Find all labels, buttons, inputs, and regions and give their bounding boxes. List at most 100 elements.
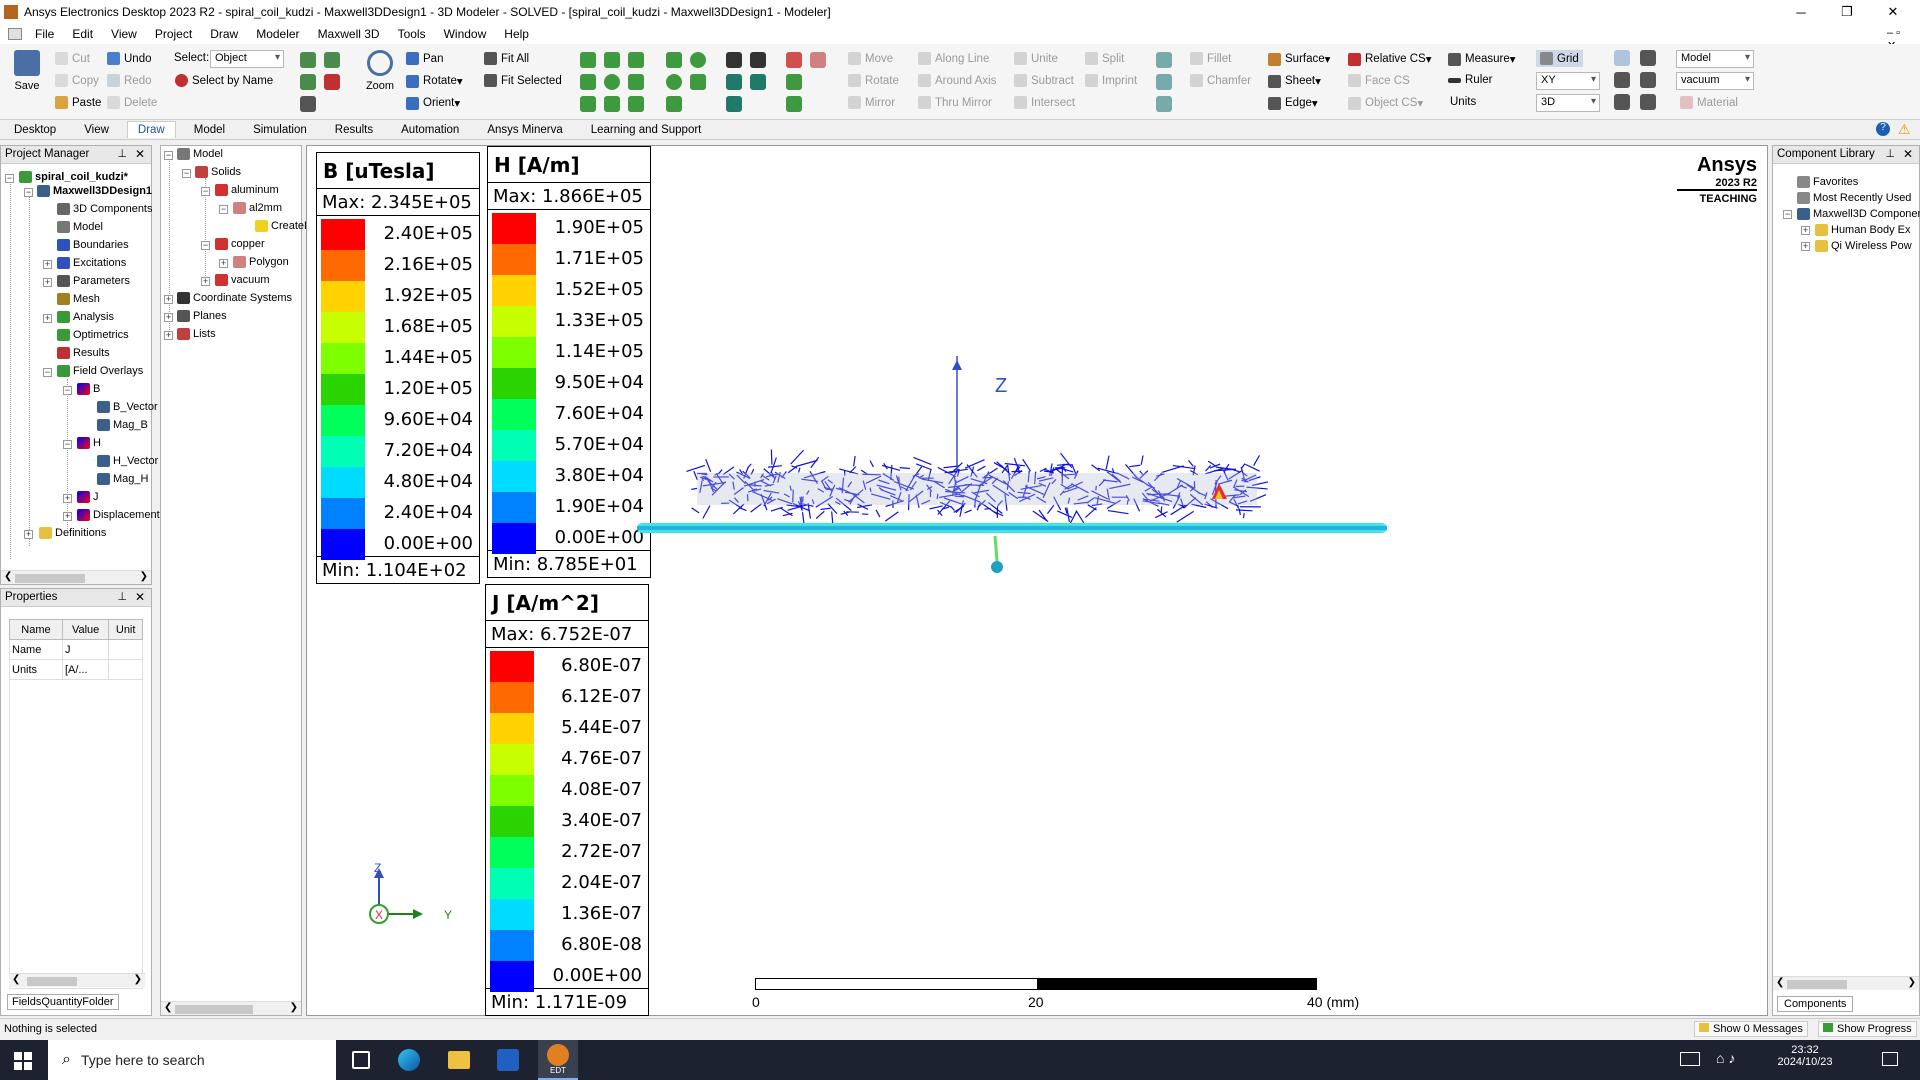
view-tool-icon-4[interactable]	[324, 52, 340, 68]
tab-components[interactable]: Components	[1777, 996, 1854, 1012]
lib-recent[interactable]: Most Recently Used	[1797, 190, 1911, 206]
close-icon[interactable]: ✕	[135, 590, 145, 604]
fillet-button[interactable]: Fillet	[1190, 52, 1231, 65]
view-tool-icon-1[interactable]	[300, 52, 316, 68]
menu-file[interactable]: File	[35, 27, 54, 41]
fit-selected-button[interactable]: Fit Selected	[484, 74, 562, 87]
keyboard-icon[interactable]	[1680, 1052, 1700, 1066]
sphere-primitive-icon[interactable]	[604, 74, 620, 90]
save-button[interactable]: Save	[12, 50, 42, 100]
tree-mesh[interactable]: Mesh	[57, 291, 100, 307]
horizontal-scrollbar[interactable]: ❮ ❯	[1773, 976, 1919, 990]
grid-dim-dropdown[interactable]: 3D	[1536, 94, 1600, 112]
intersect-button[interactable]: Intersect	[1014, 96, 1075, 109]
units-button[interactable]: Units	[1450, 96, 1476, 108]
warning-icon[interactable]: ⚠	[1898, 121, 1911, 138]
ruler-button[interactable]: Ruler	[1448, 74, 1492, 86]
tab-results[interactable]: Results	[335, 124, 373, 136]
horizontal-scrollbar[interactable]: ❮ ❯	[161, 1001, 301, 1015]
expand-toggle[interactable]: +	[164, 295, 173, 304]
measure-button[interactable]: Measure ▾	[1448, 52, 1516, 66]
model-dropdown[interactable]: Model	[1676, 50, 1754, 68]
equation-curve-icon[interactable]	[750, 74, 766, 90]
grid-button[interactable]: Grid	[1536, 50, 1583, 67]
tree-excitations[interactable]: Excitations	[57, 255, 126, 271]
tab-model[interactable]: Model	[194, 124, 225, 136]
tab-fields-quantity-folder[interactable]: FieldsQuantityFolder	[7, 994, 119, 1010]
split-button[interactable]: Split	[1085, 52, 1124, 65]
tree-design[interactable]: Maxwell3DDesign1	[37, 183, 152, 199]
move-button[interactable]: Move	[848, 52, 893, 65]
face-cs-button[interactable]: Face CS	[1348, 74, 1410, 87]
expand-toggle[interactable]: −	[164, 151, 173, 160]
delete-button[interactable]: Delete	[107, 96, 157, 109]
point-icon[interactable]	[726, 96, 742, 112]
imprint-button[interactable]: Imprint	[1085, 74, 1137, 87]
menu-view[interactable]: View	[111, 27, 137, 41]
close-button[interactable]: ✕	[1870, 0, 1916, 24]
orient-button[interactable]: Orient ▾	[406, 96, 460, 110]
expand-toggle[interactable]: −	[201, 187, 210, 196]
maximize-button[interactable]: ❐	[1824, 0, 1870, 24]
view-icon-4[interactable]	[1640, 72, 1656, 88]
pin-icon[interactable]: ⊥	[1885, 147, 1895, 160]
relative-cs-button[interactable]: Relative CS ▾	[1348, 52, 1432, 66]
windows-start-icon[interactable]	[14, 1052, 32, 1070]
tree-overlay-b[interactable]: B	[77, 381, 100, 397]
tab-draw[interactable]: Draw	[126, 121, 176, 138]
tree-aluminum[interactable]: aluminum	[215, 182, 279, 198]
show-messages-button[interactable]: Show 0 Messages	[1694, 1021, 1808, 1037]
arc-icon[interactable]	[750, 52, 766, 68]
align-icon-3[interactable]	[1156, 96, 1172, 112]
expand-toggle[interactable]: −	[5, 174, 14, 183]
expand-toggle[interactable]: −	[1783, 210, 1792, 219]
region-icon[interactable]	[786, 52, 802, 68]
ellipse-icon[interactable]	[690, 52, 706, 68]
tree-polygon[interactable]: Polygon	[233, 254, 289, 270]
surface-button[interactable]: Surface ▾	[1268, 52, 1330, 66]
cone-primitive-icon[interactable]	[604, 52, 620, 68]
rectangle-icon[interactable]	[666, 52, 682, 68]
tree-model[interactable]: Model	[57, 219, 103, 235]
tree-parameters[interactable]: Parameters	[57, 273, 130, 289]
align-icon-2[interactable]	[1156, 74, 1172, 90]
spline-icon[interactable]	[726, 74, 742, 90]
tree-mag-b[interactable]: Mag_B	[97, 417, 148, 433]
ansys-edt-taskbar-button[interactable]: EDT	[538, 1040, 578, 1080]
fit-all-button[interactable]: Fit All	[484, 52, 529, 65]
pin-icon[interactable]: ⊥	[117, 147, 127, 160]
undo-button[interactable]: Undo	[107, 52, 152, 65]
rotate-button[interactable]: Rotate	[848, 74, 899, 87]
line-icon[interactable]	[726, 52, 742, 68]
tab-simulation[interactable]: Simulation	[253, 124, 307, 136]
menu-help[interactable]: Help	[504, 27, 529, 41]
help-icon[interactable]: ?	[1876, 122, 1890, 136]
tab-desktop[interactable]: Desktop	[14, 124, 56, 136]
expand-toggle[interactable]: +	[164, 331, 173, 340]
tree-copper[interactable]: copper	[215, 236, 265, 252]
3d-viewport[interactable]: B [uTesla] Max: 2.345E+05 Min: 1.104E+02…	[306, 145, 1768, 1016]
material-button[interactable]: Material	[1680, 96, 1738, 109]
redo-button[interactable]: Redo	[107, 74, 152, 87]
tree-overlay-h[interactable]: H	[77, 435, 101, 451]
pan-button[interactable]: Pan	[406, 52, 443, 65]
grid-plane-dropdown[interactable]: XY	[1536, 72, 1600, 90]
chamfer-button[interactable]: Chamfer	[1190, 74, 1251, 87]
horizontal-scrollbar[interactable]: ❮ ❯	[1, 570, 151, 584]
close-icon[interactable]: ✕	[1903, 147, 1913, 161]
menu-tools[interactable]: Tools	[398, 27, 426, 41]
align-icon-1[interactable]	[1156, 52, 1172, 68]
tree-solids[interactable]: Solids	[195, 164, 241, 180]
expand-toggle[interactable]: +	[63, 494, 72, 503]
horizontal-scrollbar[interactable]: ❮ ❯	[9, 973, 145, 987]
tree-optimetrics[interactable]: Optimetrics	[57, 327, 129, 343]
tab-ansys-minerva[interactable]: Ansys Minerva	[487, 124, 562, 136]
expand-toggle[interactable]: +	[201, 277, 210, 286]
expand-toggle[interactable]: +	[63, 512, 72, 521]
store-icon[interactable]	[497, 1049, 519, 1071]
tree-results[interactable]: Results	[57, 345, 110, 361]
view-icon-6[interactable]	[1640, 94, 1656, 110]
task-view-icon[interactable]	[352, 1051, 370, 1069]
tree-vacuum[interactable]: vacuum	[215, 272, 270, 288]
expand-toggle[interactable]: −	[201, 241, 210, 250]
